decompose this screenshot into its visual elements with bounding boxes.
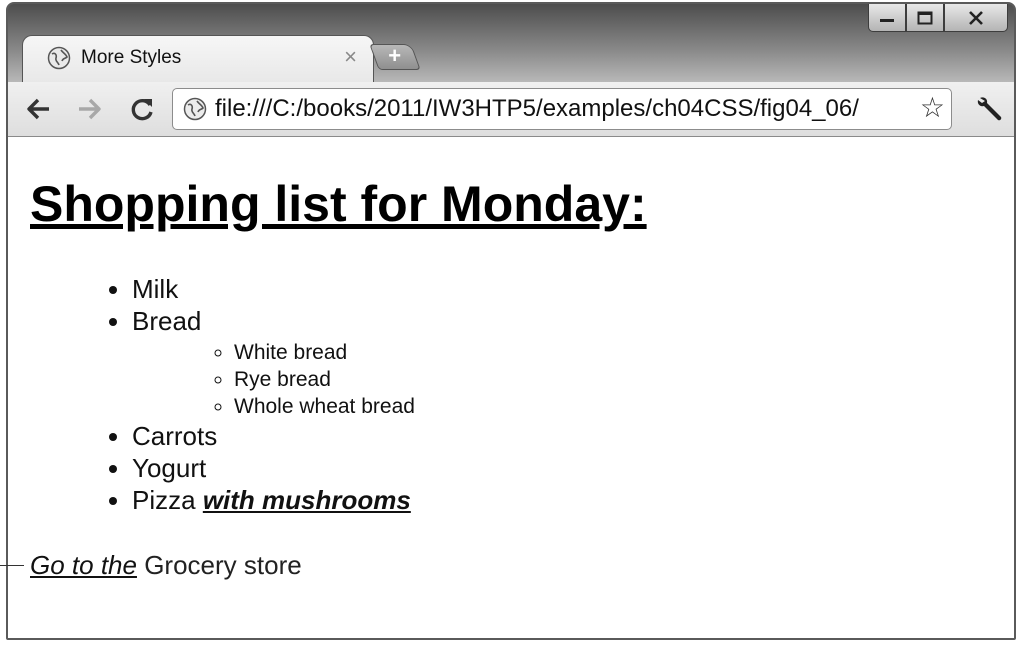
list-item: Yogurt (132, 452, 415, 484)
page-globe-icon (183, 97, 207, 121)
list-item-label: Yogurt (132, 453, 207, 483)
reload-icon (131, 98, 153, 121)
tab-close-icon[interactable]: × (344, 44, 357, 70)
window-controls (868, 4, 1008, 34)
plus-icon: + (388, 43, 402, 68)
url-text[interactable]: file:///C:/books/2011/IW3HTP5/examples/c… (215, 95, 905, 123)
list-item-label: Carrots (132, 421, 218, 451)
minimize-icon (880, 18, 894, 22)
sublist-item: Rye bread (234, 366, 415, 393)
settings-button[interactable] (974, 94, 1006, 124)
callout-line (0, 565, 24, 566)
maximize-icon (917, 11, 933, 24)
maximize-button[interactable] (906, 4, 944, 32)
page-content: Shopping list for Monday: Milk Bread Whi… (8, 137, 1014, 638)
globe-icon (47, 46, 71, 70)
footer-line: Go to the Grocery store (30, 550, 302, 581)
list-item-label: Milk (132, 274, 179, 304)
bread-sublist: White bread Rye bread Whole wheat bread (132, 339, 415, 420)
wrench-icon (977, 97, 1002, 121)
footer-text: Grocery store (144, 550, 302, 580)
sublist-item: Whole wheat bread (234, 393, 415, 420)
list-item-label: Bread (132, 306, 202, 336)
bookmark-star-icon[interactable]: ☆ (920, 93, 945, 123)
list-item: Milk (132, 273, 415, 305)
title-bar: More Styles × + (8, 4, 1014, 83)
sublist-item: White bread (234, 339, 415, 366)
reload-button[interactable] (126, 94, 158, 124)
list-item: Carrots (132, 420, 415, 452)
forward-button[interactable] (74, 94, 106, 124)
browser-window: More Styles × + file:///C:/books/2011/IW… (6, 2, 1016, 640)
page-heading: Shopping list for Monday: (30, 176, 647, 232)
forward-arrow-icon (79, 98, 101, 120)
grocery-store-link[interactable]: Go to the (30, 550, 137, 580)
close-icon (969, 10, 983, 25)
list-item-label: Pizza (132, 485, 196, 515)
close-window-button[interactable] (944, 4, 1008, 32)
list-item: Pizza with mushrooms (132, 484, 415, 516)
address-bar[interactable]: file:///C:/books/2011/IW3HTP5/examples/c… (172, 88, 952, 130)
tab-more-styles[interactable]: More Styles × (22, 35, 374, 83)
back-button[interactable] (22, 94, 54, 124)
list-item: Bread White bread Rye bread Whole wheat … (132, 305, 415, 420)
new-tab-button[interactable]: + (369, 43, 421, 70)
emphasized-text: with mushrooms (202, 485, 411, 515)
shopping-list: Milk Bread White bread Rye bread Whole w… (90, 273, 415, 516)
tab-title: More Styles (81, 47, 182, 68)
minimize-button[interactable] (868, 4, 906, 32)
back-arrow-icon (27, 98, 49, 120)
browser-toolbar: file:///C:/books/2011/IW3HTP5/examples/c… (8, 82, 1014, 137)
